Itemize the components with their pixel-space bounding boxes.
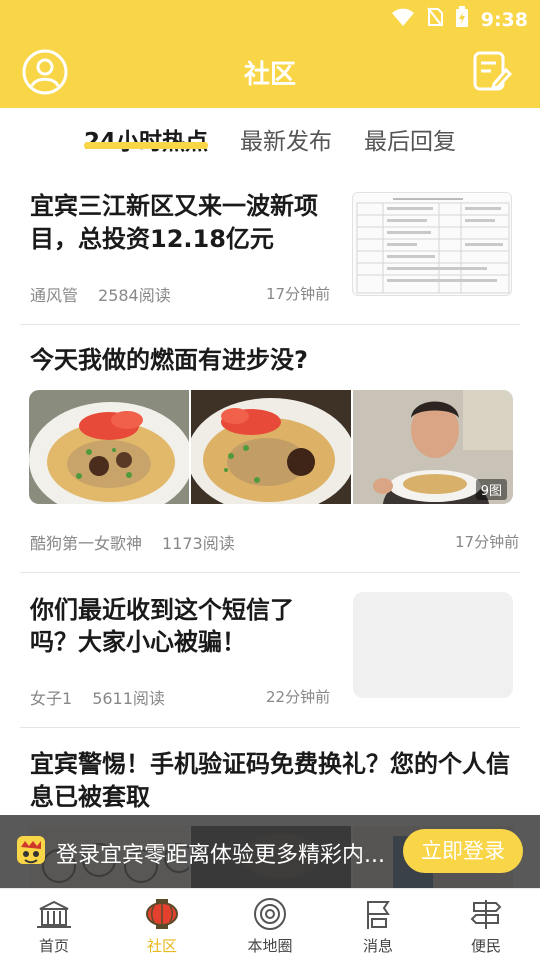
noodle-dish-photo [29,390,189,504]
post-photo[interactable] [191,390,351,504]
post-title: 今天我做的燃面有进步没? [30,346,308,374]
post-photo[interactable]: 9图 [353,390,513,504]
post-author: 女子1 [30,689,73,708]
post-photo[interactable] [29,390,189,504]
login-now-button[interactable]: 立即登录 [403,829,523,873]
active-tab-indicator [84,142,208,149]
post-thumbnail-placeholder[interactable] [353,592,513,698]
app-logo-icon [16,835,46,865]
document-thumbnail-image [353,193,511,295]
noodle-dish-photo [191,390,351,504]
nav-item-local-circle[interactable]: 本地圈 [216,889,324,960]
post-read-count: 1173阅读 [162,534,235,553]
local-circle-icon [254,898,286,930]
post-time: 17分钟前 [266,285,331,303]
page-title: 社区 [243,60,296,90]
service-sign-icon [470,900,502,929]
status-time: 9:38 [480,8,528,31]
post-title-line: 目，总投资12.18亿元 [30,225,274,253]
community-lantern-icon [146,899,178,929]
tab-latest-posts[interactable]: 最新发布 [240,122,332,156]
image-count-badge: 9图 [475,479,507,500]
tab-24h-hot[interactable]: 24小时热点 [84,122,208,156]
compose-edit-icon [473,51,513,91]
divider [20,727,520,728]
feed-tabs: 24小时热点 最新发布 最后回复 [0,108,540,172]
nav-item-messages[interactable]: 消息 [324,889,432,960]
bottom-nav: 首页 社区 本地圈 消息 便民 [0,888,540,960]
home-building-icon [37,900,71,928]
status-bar: 9:38 [0,0,540,36]
post-title-line: 吗？大家小心被骗！ [30,628,246,656]
post-meta: 女子1 5611阅读 [30,685,185,709]
post-title-line: 你们最近收到这个短信了 [30,596,294,624]
post-meta: 通风管 2584阅读 [30,282,191,306]
wifi-icon [391,7,415,32]
login-prompt-text: 登录宜宾零距离体验更多精彩内... [56,843,385,868]
nav-label: 便民 [470,937,501,955]
post-meta: 酷狗第一女歌神 1173阅读 [30,530,255,554]
divider [20,572,520,573]
post-time: 17分钟前 [455,533,520,551]
sim-off-icon [426,7,443,32]
post-title-line: 宜宾警惕！手机验证码免费换礼？您的个人信 [30,750,510,778]
nav-label: 首页 [38,937,69,955]
message-flag-icon [367,901,390,929]
nav-label: 本地圈 [247,937,293,955]
post-read-count: 2584阅读 [98,286,171,305]
post-time: 22分钟前 [266,688,331,706]
post-author: 通风管 [30,286,79,305]
post-read-count: 5611阅读 [92,689,165,708]
post-thumbnail[interactable] [352,192,512,296]
divider [20,324,520,325]
nav-label: 社区 [146,937,177,955]
post-author: 酷狗第一女歌神 [30,534,143,553]
post-title-line: 宜宾三江新区又来一波新项 [30,192,318,220]
post-title-line: 息已被套取 [30,783,150,811]
tab-last-reply[interactable]: 最后回复 [364,122,456,156]
login-prompt-banner: 登录宜宾零距离体验更多精彩内... 立即登录 [0,815,540,888]
nav-item-home[interactable]: 首页 [0,889,108,960]
battery-charging-icon [455,6,469,33]
compose-post-button[interactable] [472,50,513,92]
nav-label: 消息 [362,937,393,955]
nav-item-community[interactable]: 社区 [108,889,216,960]
nav-item-services[interactable]: 便民 [432,889,540,960]
status-icons: 9:38 [391,6,528,33]
app-header: 社区 [0,36,540,108]
